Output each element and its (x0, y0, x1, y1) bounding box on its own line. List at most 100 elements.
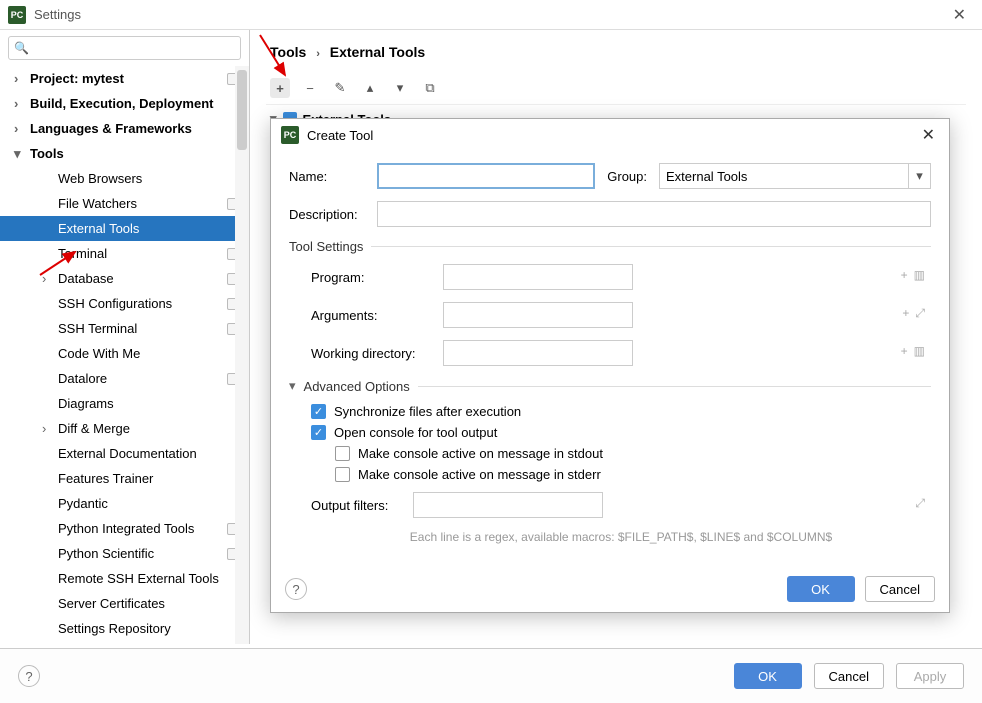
program-input[interactable] (443, 264, 633, 290)
move-down-button[interactable]: ▾ (390, 78, 410, 98)
dialog-cancel-button[interactable]: Cancel (865, 576, 935, 602)
remove-tool-button[interactable]: − (300, 78, 320, 98)
stdout-checkbox[interactable] (335, 446, 350, 461)
sidebar-item-label: SSH Terminal (58, 321, 137, 336)
stderr-checkbox[interactable] (335, 467, 350, 482)
sidebar-item-label: Server Certificates (58, 596, 165, 611)
sidebar-item-label: External Tools (58, 221, 139, 236)
external-tools-toolbar: + − ✎ ▴ ▾ ⧉ (266, 72, 966, 105)
sidebar-item-label: Web Browsers (58, 171, 142, 186)
settings-bottombar: ? OK Cancel Apply (0, 648, 982, 703)
dialog-title: Create Tool (307, 128, 373, 143)
sidebar-item-datalore[interactable]: Datalore (0, 366, 249, 391)
chevron-icon: ▾ (14, 146, 24, 162)
sidebar-item-external-tools[interactable]: External Tools (0, 216, 249, 241)
arguments-input[interactable] (443, 302, 633, 328)
sidebar-item-settings-repository[interactable]: Settings Repository (0, 616, 249, 641)
group-select[interactable] (659, 163, 909, 189)
settings-apply-button[interactable]: Apply (896, 663, 964, 689)
add-tool-button[interactable]: + (270, 78, 290, 98)
advanced-options-header[interactable]: ▾Advanced Options (289, 378, 931, 394)
description-label: Description: (289, 207, 365, 222)
sidebar-item-label: Languages & Frameworks (30, 121, 192, 136)
stderr-label: Make console active on message in stderr (358, 467, 601, 482)
sidebar-item-project-mytest[interactable]: ›Project: mytest (0, 66, 249, 91)
sync-files-label: Synchronize files after execution (334, 404, 521, 419)
settings-ok-button[interactable]: OK (734, 663, 802, 689)
settings-sidebar: 🔍 ›Project: mytest›Build, Execution, Dep… (0, 30, 250, 644)
insert-macro-icon[interactable]: + (902, 306, 909, 321)
sidebar-item-remote-ssh-external-tools[interactable]: Remote SSH External Tools (0, 566, 249, 591)
titlebar: PC Settings ✕ (0, 0, 982, 30)
sidebar-item-label: Database (58, 271, 114, 286)
sidebar-item-ssh-configurations[interactable]: SSH Configurations (0, 291, 249, 316)
name-input[interactable] (377, 163, 595, 189)
sidebar-item-label: File Watchers (58, 196, 137, 211)
breadcrumb: Tools › External Tools (270, 44, 966, 60)
sidebar-item-label: Pydantic (58, 496, 108, 511)
output-filters-input[interactable] (413, 492, 603, 518)
settings-tree[interactable]: ›Project: mytest›Build, Execution, Deplo… (0, 66, 249, 644)
sidebar-item-label: Diagrams (58, 396, 114, 411)
sidebar-item-web-browsers[interactable]: Web Browsers (0, 166, 249, 191)
sidebar-item-label: Project: mytest (30, 71, 124, 86)
dialog-ok-button[interactable]: OK (787, 576, 855, 602)
browse-folder-icon[interactable]: ▥ (914, 268, 925, 282)
open-console-checkbox[interactable]: ✓ (311, 425, 326, 440)
sidebar-item-label: Remote SSH External Tools (58, 571, 219, 586)
settings-cancel-button[interactable]: Cancel (814, 663, 884, 689)
description-input[interactable] (377, 201, 931, 227)
stdout-label: Make console active on message in stdout (358, 446, 603, 461)
sidebar-item-build-execution-deployment[interactable]: ›Build, Execution, Deployment (0, 91, 249, 116)
sidebar-item-label: Settings Repository (58, 621, 171, 636)
workdir-label: Working directory: (311, 346, 431, 361)
expand-icon[interactable]: ⤢ (915, 496, 925, 511)
workdir-input[interactable] (443, 340, 633, 366)
window-close-button[interactable]: ✕ (945, 5, 974, 25)
app-logo: PC (8, 6, 26, 24)
sidebar-item-label: Code With Me (58, 346, 140, 361)
sidebar-item-external-documentation[interactable]: External Documentation (0, 441, 249, 466)
name-label: Name: (289, 169, 365, 184)
sidebar-item-file-watchers[interactable]: File Watchers (0, 191, 249, 216)
insert-macro-icon[interactable]: + (901, 268, 908, 282)
sidebar-item-ssh-terminal[interactable]: SSH Terminal (0, 316, 249, 341)
sidebar-item-languages-frameworks[interactable]: ›Languages & Frameworks (0, 116, 249, 141)
tool-settings-header: Tool Settings (289, 239, 931, 254)
move-up-button[interactable]: ▴ (360, 78, 380, 98)
create-tool-dialog: PC Create Tool ✕ Name: Group: ▾ Descript… (270, 118, 950, 613)
sidebar-item-label: SSH Configurations (58, 296, 172, 311)
dropdown-arrow-icon[interactable]: ▾ (909, 163, 931, 189)
chevron-icon: › (42, 271, 52, 286)
sidebar-scrollbar-thumb[interactable] (237, 70, 247, 150)
settings-help-button[interactable]: ? (18, 665, 40, 687)
sidebar-item-diagrams[interactable]: Diagrams (0, 391, 249, 416)
sidebar-item-features-trainer[interactable]: Features Trainer (0, 466, 249, 491)
breadcrumb-external-tools: External Tools (330, 44, 425, 60)
edit-tool-button[interactable]: ✎ (330, 78, 350, 98)
settings-search-input[interactable] (8, 36, 241, 60)
sidebar-item-shared-indexes[interactable]: Shared Indexes (0, 641, 249, 644)
breadcrumb-tools[interactable]: Tools (270, 44, 306, 60)
sidebar-item-pydantic[interactable]: Pydantic (0, 491, 249, 516)
sidebar-item-code-with-me[interactable]: Code With Me (0, 341, 249, 366)
expand-icon[interactable]: ⤢ (915, 306, 925, 321)
copy-tool-button[interactable]: ⧉ (420, 78, 440, 98)
chevron-icon: › (42, 421, 52, 436)
sidebar-item-tools[interactable]: ▾Tools (0, 141, 249, 166)
sidebar-item-server-certificates[interactable]: Server Certificates (0, 591, 249, 616)
sidebar-item-python-scientific[interactable]: Python Scientific (0, 541, 249, 566)
insert-macro-icon[interactable]: + (901, 344, 908, 358)
sidebar-item-python-integrated-tools[interactable]: Python Integrated Tools (0, 516, 249, 541)
sidebar-item-label: Datalore (58, 371, 107, 386)
sidebar-item-terminal[interactable]: Terminal (0, 241, 249, 266)
arguments-label: Arguments: (311, 308, 431, 323)
sidebar-item-database[interactable]: › Database (0, 266, 249, 291)
sync-files-checkbox[interactable]: ✓ (311, 404, 326, 419)
dialog-help-button[interactable]: ? (285, 578, 307, 600)
sidebar-scrollbar-track (235, 66, 249, 644)
sidebar-item-diff-merge[interactable]: ›Diff & Merge (0, 416, 249, 441)
group-label: Group: (607, 169, 647, 184)
browse-folder-icon[interactable]: ▥ (914, 344, 925, 358)
dialog-close-button[interactable]: ✕ (918, 125, 939, 145)
